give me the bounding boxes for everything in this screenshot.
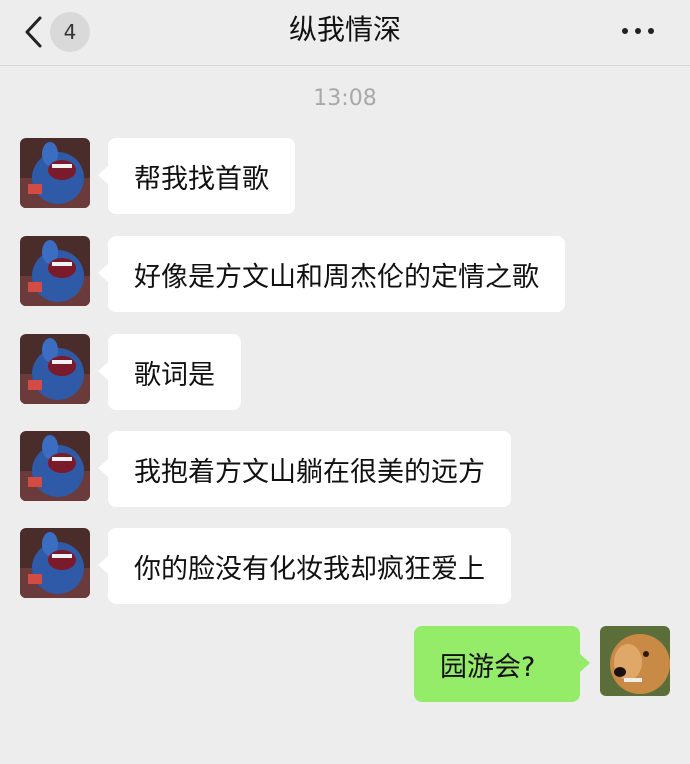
message-bubble[interactable]: 我抱着方文山躺在很美的远方 xyxy=(98,431,511,507)
message-bubble[interactable]: 好像是方文山和周杰伦的定情之歌 xyxy=(98,236,565,312)
message-bubble-outgoing[interactable]: 园游会? xyxy=(414,626,590,702)
avatar[interactable] xyxy=(20,431,90,501)
message-timestamp: 13:08 xyxy=(313,86,377,111)
more-dots-icon xyxy=(622,28,654,34)
message-bubble[interactable]: 歌词是 xyxy=(98,334,241,410)
more-button[interactable] xyxy=(622,16,662,46)
message-bubble[interactable]: 你的脸没有化妆我却疯狂爱上 xyxy=(98,528,511,604)
message-row-outgoing: 园游会? xyxy=(414,626,670,702)
message-row: 我抱着方文山躺在很美的远方 xyxy=(20,431,540,507)
chat-header: 4 纵我情深 xyxy=(0,0,690,66)
message-row: 你的脸没有化妆我却疯狂爱上 xyxy=(20,528,540,604)
message-row: 歌词是 xyxy=(20,334,260,410)
avatar[interactable] xyxy=(20,236,90,306)
avatar[interactable] xyxy=(20,138,90,208)
avatar[interactable] xyxy=(20,528,90,598)
message-row: 帮我找首歌 xyxy=(20,138,320,214)
avatar[interactable] xyxy=(20,334,90,404)
chat-title: 纵我情深 xyxy=(288,13,401,46)
message-bubble[interactable]: 帮我找首歌 xyxy=(98,138,295,214)
avatar-self[interactable] xyxy=(600,626,670,696)
message-row: 好像是方文山和周杰伦的定情之歌 xyxy=(20,236,590,312)
